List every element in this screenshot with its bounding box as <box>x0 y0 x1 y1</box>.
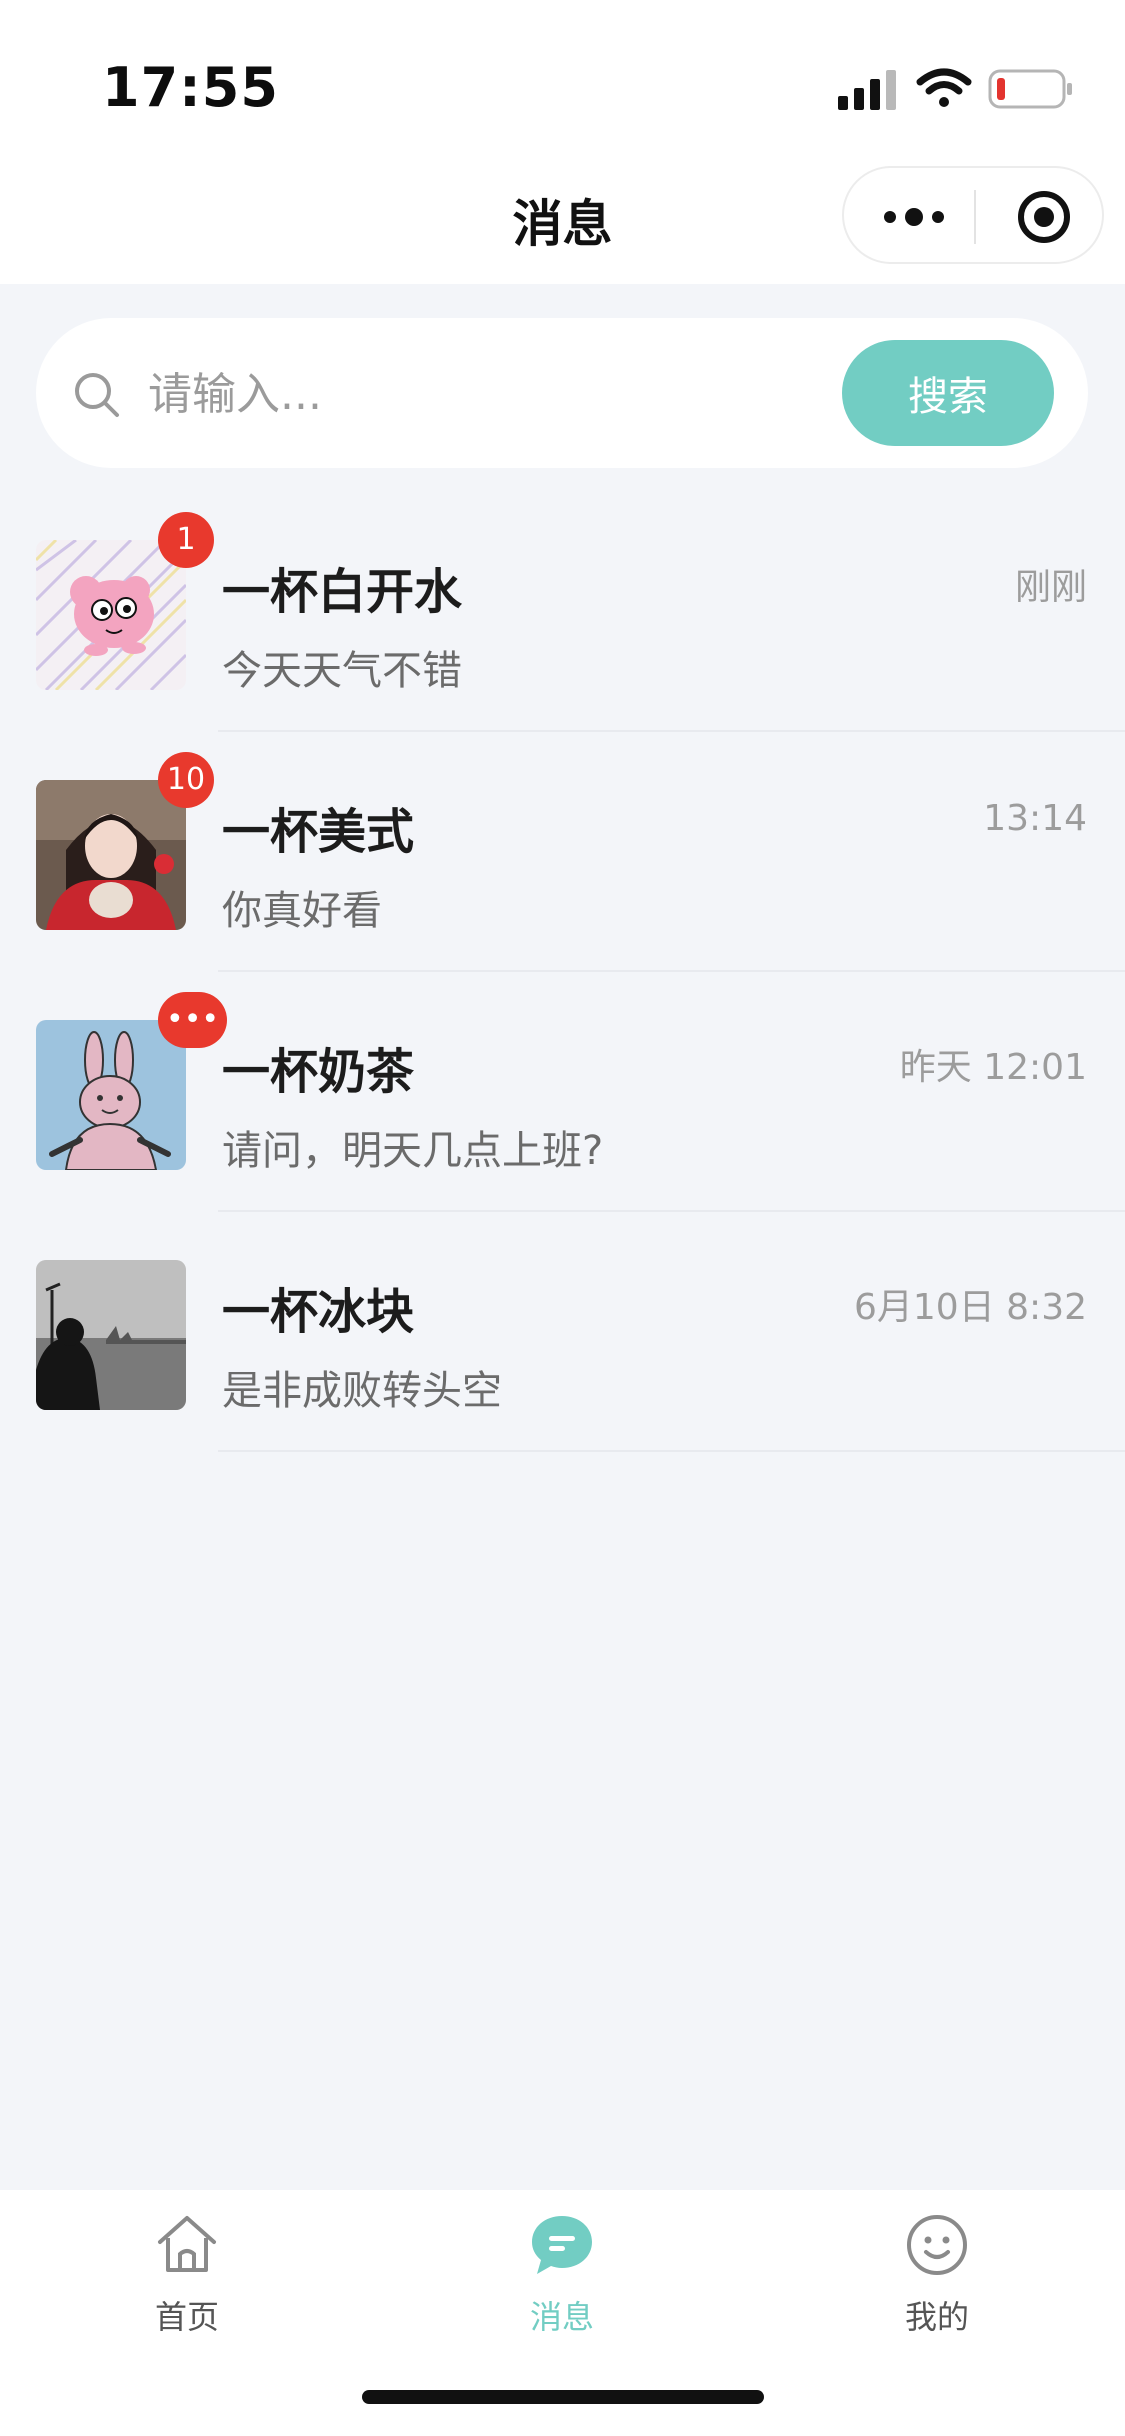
message-time: 6月10日 8:32 <box>854 1287 1087 1328</box>
contact-name: 一杯白开水 <box>222 564 463 620</box>
tab-messages[interactable]: 消息 <box>462 2212 662 2342</box>
cellular-signal-icon <box>838 70 896 110</box>
last-message: 你真好看 <box>222 888 382 934</box>
contact-name: 一杯奶茶 <box>222 1044 415 1100</box>
message-icon <box>532 2216 592 2274</box>
tab-home[interactable]: 首页 <box>87 2212 287 2342</box>
capsule-divider <box>974 190 976 244</box>
pink-cartoon-avatar <box>36 540 186 690</box>
girl-photo-avatar <box>36 780 186 930</box>
search-bar: 搜索 <box>36 318 1088 468</box>
mini-program-capsule <box>842 166 1104 264</box>
more-options-icon[interactable] <box>874 190 954 244</box>
home-indicator <box>362 2390 764 2404</box>
avatar <box>36 780 186 930</box>
battery-icon <box>988 69 1072 109</box>
avatar <box>36 540 186 690</box>
wifi-icon <box>916 68 972 107</box>
conversation-item[interactable]: 1 一杯白开水 刚刚 今天天气不错 <box>0 492 1125 732</box>
message-time: 昨天 12:01 <box>899 1047 1087 1088</box>
tab-label: 首页 <box>154 2298 219 2336</box>
search-icon <box>75 373 119 417</box>
divider <box>218 1450 1125 1452</box>
smile-icon <box>907 2215 967 2275</box>
avatar <box>36 1020 186 1170</box>
last-message: 请问，明天几点上班? <box>222 1128 604 1174</box>
avatar <box>36 1260 186 1410</box>
unread-badge: 10 <box>158 752 214 808</box>
tab-label: 消息 <box>529 2298 594 2336</box>
rabbit-cartoon-avatar <box>36 1020 186 1170</box>
conversation-item[interactable]: ••• 一杯奶茶 昨天 12:01 请问，明天几点上班? <box>0 972 1125 1212</box>
close-mini-program-icon[interactable] <box>1014 190 1074 244</box>
contact-name: 一杯美式 <box>222 804 415 860</box>
conversation-list: 1 一杯白开水 刚刚 今天天气不错 10 一杯美式 13:14 你真好看 •••… <box>0 492 1125 1452</box>
message-time: 刚刚 <box>1014 567 1087 608</box>
top-bar: 17:55 消息 <box>0 0 1125 284</box>
home-icon <box>158 2216 216 2272</box>
message-time: 13:14 <box>983 798 1087 839</box>
last-message: 是非成败转头空 <box>222 1368 502 1414</box>
last-message: 今天天气不错 <box>222 648 462 694</box>
status-time: 17:55 <box>102 56 279 119</box>
tab-label: 我的 <box>904 2298 969 2336</box>
seaside-bw-photo-avatar <box>36 1260 186 1410</box>
conversation-item[interactable]: 一杯冰块 6月10日 8:32 是非成败转头空 <box>0 1212 1125 1452</box>
unread-badge: ••• <box>158 992 228 1048</box>
search-input[interactable] <box>148 358 748 430</box>
tab-profile[interactable]: 我的 <box>837 2212 1037 2342</box>
contact-name: 一杯冰块 <box>222 1284 415 1340</box>
conversation-item[interactable]: 10 一杯美式 13:14 你真好看 <box>0 732 1125 972</box>
unread-badge: 1 <box>158 512 214 568</box>
search-button[interactable]: 搜索 <box>842 340 1054 446</box>
